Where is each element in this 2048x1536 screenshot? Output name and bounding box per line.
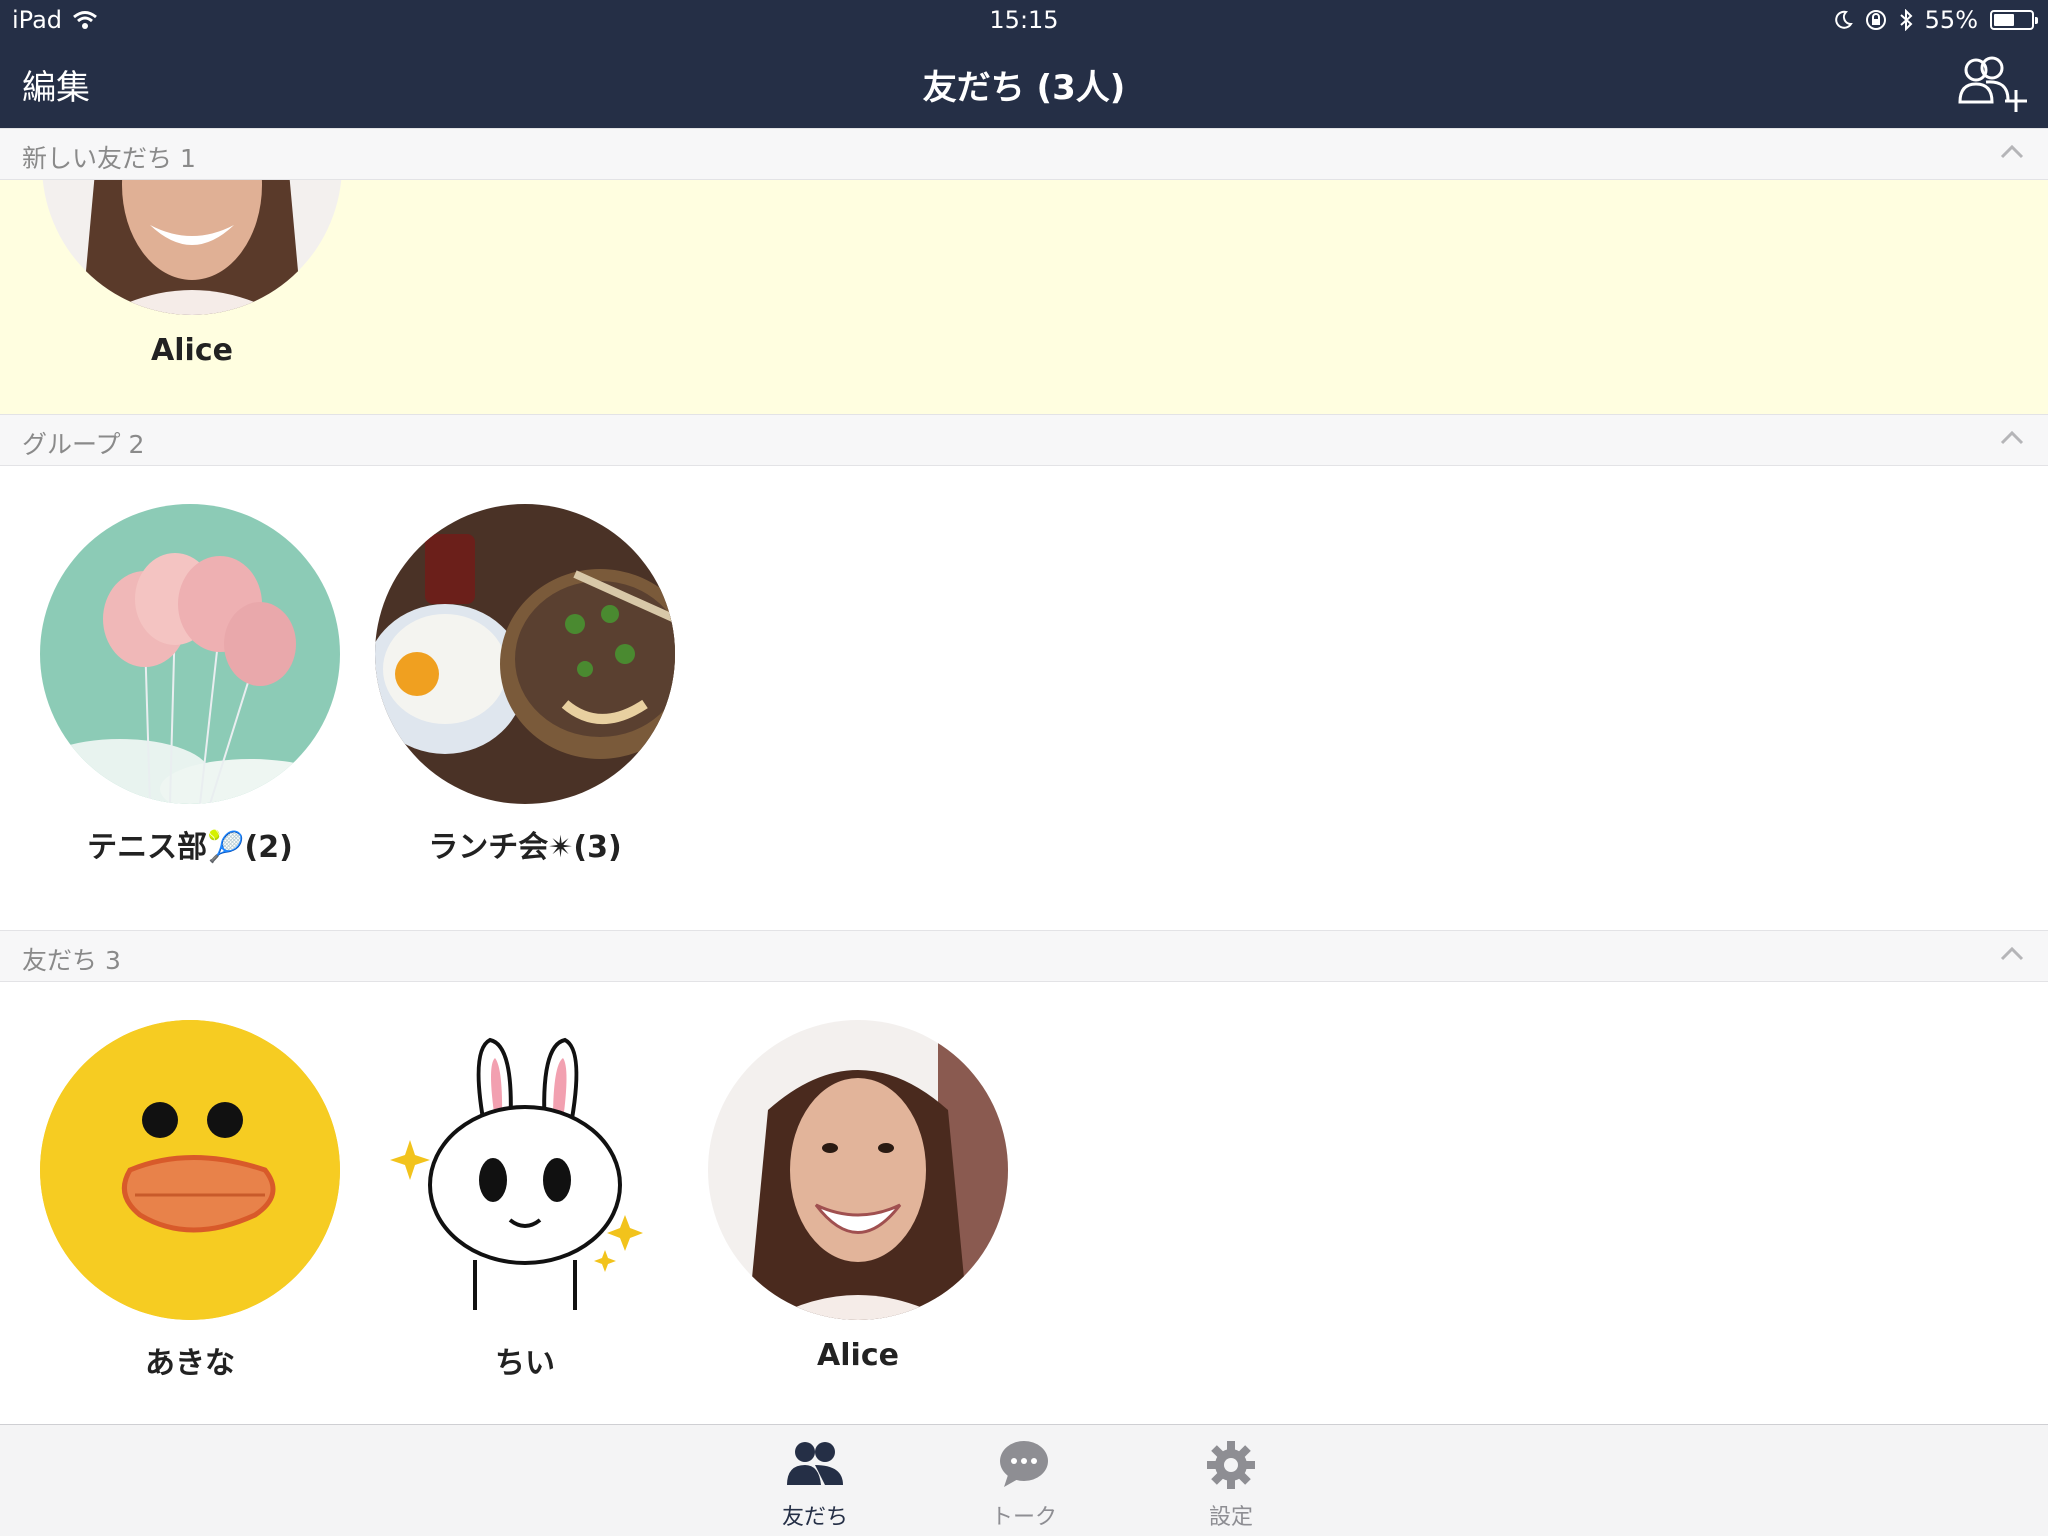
bluetooth-icon: [1899, 9, 1913, 31]
avatar: [40, 504, 340, 804]
friend-item-alice[interactable]: Alice: [708, 1020, 1008, 1373]
groups-area: テニス部🎾(2) ランチ会✴(3): [0, 466, 2048, 930]
tab-talk[interactable]: トーク: [964, 1439, 1084, 1531]
moon-icon: [1834, 10, 1853, 29]
group-name: テニス部🎾(2): [87, 830, 293, 865]
rotation-lock-icon: [1865, 10, 1886, 30]
nav-bar: 編集 友だち (3人): [0, 40, 2048, 128]
page-title: 友だち (3人): [922, 68, 1126, 108]
friend-item-alice-new[interactable]: Alice: [42, 180, 342, 368]
avatar: [375, 504, 675, 804]
chat-bubble-icon: [1000, 1441, 1048, 1487]
avatar: [375, 1020, 675, 1320]
status-bar: iPad 15:15 55%: [0, 0, 2048, 40]
avatar: [40, 1020, 340, 1320]
chevron-up-icon[interactable]: [1998, 943, 2026, 965]
section-label: 友だち 3: [22, 946, 121, 975]
friend-name: ちい: [495, 1346, 555, 1381]
add-friend-icon[interactable]: [1956, 54, 2028, 114]
tab-settings[interactable]: 設定: [1171, 1439, 1291, 1531]
tab-label: 友だち: [781, 1505, 848, 1530]
gear-icon: [1207, 1441, 1255, 1489]
top-bar: iPad 15:15 55% 編集 友だち (3人): [0, 0, 2048, 128]
friend-name: Alice: [151, 333, 233, 368]
section-header-new-friends[interactable]: 新しい友だち 1: [0, 128, 2048, 180]
section-label: 新しい友だち 1: [22, 144, 196, 173]
battery-percent: 55%: [1924, 6, 1978, 34]
friend-name: あきな: [145, 1346, 235, 1381]
avatar: [42, 180, 342, 315]
battery-fill: [1994, 14, 2014, 26]
avatar: [708, 1020, 1008, 1320]
tab-friends[interactable]: 友だち: [755, 1439, 875, 1531]
section-header-friends[interactable]: 友だち 3: [0, 930, 2048, 982]
section-header-groups[interactable]: グループ 2: [0, 414, 2048, 466]
group-item-tennis[interactable]: テニス部🎾(2): [40, 504, 340, 866]
friends-area: あきな ちい Alice: [0, 982, 2048, 1424]
group-item-lunch[interactable]: ランチ会✴(3): [375, 504, 675, 866]
group-name: ランチ会✴(3): [428, 830, 622, 865]
tab-label: トーク: [990, 1505, 1057, 1530]
friends-icon: [787, 1442, 843, 1485]
chevron-up-icon[interactable]: [1998, 141, 2026, 163]
chevron-up-icon[interactable]: [1998, 427, 2026, 449]
new-friends-area: Alice: [0, 180, 2048, 414]
battery-icon: [1990, 10, 2038, 30]
friend-item-akina[interactable]: あきな: [40, 1020, 340, 1382]
tab-bar: 友だち トーク 設定: [0, 1424, 2048, 1536]
friend-item-chii[interactable]: ちい: [375, 1020, 675, 1382]
friend-name: Alice: [817, 1338, 899, 1373]
status-time: 15:15: [989, 6, 1059, 34]
section-label: グループ 2: [22, 430, 145, 459]
tab-label: 設定: [1208, 1505, 1253, 1530]
